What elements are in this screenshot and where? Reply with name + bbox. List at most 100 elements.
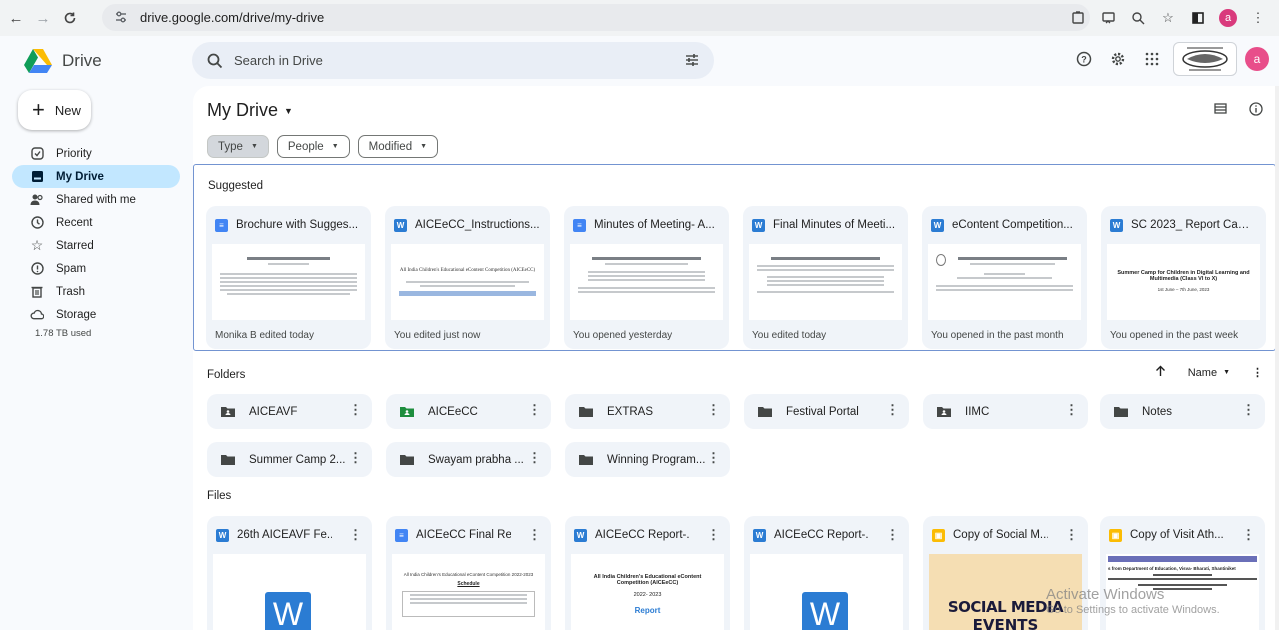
folder-item[interactable]: Swayam prabha ... ⋮ xyxy=(386,442,551,477)
reload-icon[interactable] xyxy=(59,7,81,29)
file-menu-icon[interactable]: ⋮ xyxy=(707,528,720,541)
sidebar-item-storage[interactable]: Storage xyxy=(18,303,180,326)
folder-item[interactable]: IIMC ⋮ xyxy=(923,394,1088,429)
info-icon[interactable] xyxy=(1249,102,1263,119)
organization-logo[interactable] xyxy=(1173,42,1237,76)
suggested-card[interactable]: W AICEeCC_Instructions... All India Child… xyxy=(385,206,550,349)
folder-menu-icon[interactable]: ⋮ xyxy=(1065,403,1078,416)
suggested-card[interactable]: ≡ Minutes of Meeting- A... You opened yes… xyxy=(564,206,729,349)
sidebar-item-recent[interactable]: Recent xyxy=(18,211,180,234)
sort-label: Name xyxy=(1187,366,1218,379)
folder-item[interactable]: Notes ⋮ xyxy=(1100,394,1265,429)
search-input[interactable]: Search in Drive xyxy=(234,53,323,68)
folder-menu-icon[interactable]: ⋮ xyxy=(1242,403,1255,416)
folder-name: AICEeCC xyxy=(428,405,478,418)
folder-menu-icon[interactable]: ⋮ xyxy=(707,451,720,464)
folder-item[interactable]: AICEeCC ⋮ xyxy=(386,394,551,429)
search-bar[interactable]: Search in Drive xyxy=(192,42,714,79)
apps-grid-icon[interactable] xyxy=(1139,46,1165,72)
suggested-card[interactable]: WeContent Competition... You opened in t… xyxy=(922,206,1087,349)
chip-label: Modified xyxy=(368,140,413,153)
zoom-icon[interactable] xyxy=(1125,5,1151,31)
more-options-icon[interactable]: ⋮ xyxy=(1252,366,1263,379)
file-menu-icon[interactable]: ⋮ xyxy=(1065,528,1078,541)
suggested-card[interactable]: ≡ Brochure with Sugges... Monika B edited… xyxy=(206,206,371,349)
bookmark-star-icon[interactable]: ☆ xyxy=(1155,5,1181,31)
help-icon[interactable]: ? xyxy=(1071,46,1097,72)
card-activity: Monika B edited today xyxy=(215,330,314,341)
card-title: 26th AICEAVF Fe... xyxy=(237,529,332,541)
screenshot-icon[interactable] xyxy=(1065,5,1091,31)
sidebar-item-label: Trash xyxy=(56,285,85,298)
search-icon[interactable] xyxy=(206,52,224,70)
thumbnail-text: s from Department of Education, Visva- B… xyxy=(1108,566,1236,571)
address-bar[interactable]: drive.google.com/drive/my-drive xyxy=(102,4,1090,31)
side-panel-icon[interactable] xyxy=(1185,5,1211,31)
sort-direction-icon[interactable] xyxy=(1155,365,1166,380)
document-thumbnail xyxy=(928,244,1081,320)
folder-menu-icon[interactable]: ⋮ xyxy=(349,451,362,464)
site-settings-icon[interactable] xyxy=(114,10,130,26)
word-file-icon: W xyxy=(1110,218,1123,232)
filter-modified-chip[interactable]: Modified ▼ xyxy=(357,135,439,158)
sort-by-name-button[interactable]: Name ▼ xyxy=(1188,367,1230,379)
search-options-icon[interactable] xyxy=(684,52,700,68)
back-icon[interactable]: ← xyxy=(5,7,27,29)
card-activity: You opened in the past week xyxy=(1110,330,1239,341)
file-card[interactable]: W AICEeCC Report-... ⋮ All India Children… xyxy=(565,516,730,630)
folder-icon xyxy=(579,407,593,417)
sidebar-item-spam[interactable]: Spam xyxy=(18,257,180,280)
folder-icon xyxy=(758,407,772,417)
file-card[interactable]: W AICEeCC Report-... ⋮ W xyxy=(744,516,909,630)
page-title[interactable]: My Drive ▼ xyxy=(207,100,293,121)
suggested-card[interactable]: W SC 2023_ Report Cam... Summer Camp for … xyxy=(1101,206,1266,349)
filter-people-chip[interactable]: People ▼ xyxy=(276,135,350,158)
google-doc-icon: ≡ xyxy=(395,528,408,542)
file-menu-icon[interactable]: ⋮ xyxy=(886,528,899,541)
file-thumbnail: W xyxy=(750,554,903,630)
file-menu-icon[interactable]: ⋮ xyxy=(1242,528,1255,541)
file-card[interactable]: ≡ AICEeCC Final Re... ⋮ All India Childre… xyxy=(386,516,551,630)
sidebar-item-trash[interactable]: Trash xyxy=(18,280,180,303)
drive-logo[interactable]: Drive xyxy=(24,49,102,73)
drive-header: Drive Search in Drive ? a xyxy=(0,36,1279,86)
sidebar-item-priority[interactable]: Priority xyxy=(18,142,180,165)
sidebar-item-label: My Drive xyxy=(56,170,104,183)
sidebar-item-starred[interactable]: ☆ Starred xyxy=(18,234,180,257)
watermark-line-1: Activate Windows xyxy=(1046,586,1165,603)
filter-type-chip[interactable]: Type ▼ xyxy=(207,135,269,158)
sort-controls: Name ▼ ⋮ xyxy=(1155,365,1263,380)
folder-menu-icon[interactable]: ⋮ xyxy=(349,403,362,416)
folder-item[interactable]: Festival Portal ⋮ xyxy=(744,394,909,429)
folder-item[interactable]: Summer Camp 2... ⋮ xyxy=(207,442,372,477)
folder-menu-icon[interactable]: ⋮ xyxy=(886,403,899,416)
file-card[interactable]: W 26th AICEAVF Fe... ⋮ W xyxy=(207,516,372,630)
profile-icon[interactable]: a xyxy=(1215,5,1241,31)
vertical-scrollbar[interactable] xyxy=(1275,86,1279,630)
card-title: Final Minutes of Meeti... xyxy=(773,219,896,231)
account-avatar[interactable]: a xyxy=(1245,47,1269,71)
activation-watermark: Activate Windows Go to Settings to activ… xyxy=(1046,586,1220,616)
suggested-card[interactable]: W Final Minutes of Meeti... You edited to… xyxy=(743,206,908,349)
folder-menu-icon[interactable]: ⋮ xyxy=(528,403,541,416)
forward-icon[interactable]: → xyxy=(32,7,54,29)
folder-item[interactable]: Winning Program... ⋮ xyxy=(565,442,730,477)
new-button[interactable]: + New xyxy=(18,90,91,130)
url-text: drive.google.com/drive/my-drive xyxy=(140,10,325,25)
browser-menu-icon[interactable]: ⋮ xyxy=(1245,5,1271,31)
folder-menu-icon[interactable]: ⋮ xyxy=(707,403,720,416)
sidebar-item-my-drive[interactable]: My Drive xyxy=(12,165,180,188)
file-menu-icon[interactable]: ⋮ xyxy=(528,528,541,541)
cast-icon[interactable] xyxy=(1095,5,1121,31)
caret-down-icon: ▼ xyxy=(284,105,293,116)
folder-item[interactable]: EXTRAS ⋮ xyxy=(565,394,730,429)
file-menu-icon[interactable]: ⋮ xyxy=(349,528,362,541)
settings-gear-icon[interactable] xyxy=(1105,46,1131,72)
word-file-icon: W xyxy=(753,528,766,542)
sidebar-item-shared[interactable]: Shared with me xyxy=(18,188,180,211)
folder-menu-icon[interactable]: ⋮ xyxy=(528,451,541,464)
thumbnail-text: All India Children's Educational eConten… xyxy=(403,572,534,577)
list-view-icon[interactable] xyxy=(1214,102,1227,119)
document-thumbnail xyxy=(749,244,902,320)
folder-item[interactable]: AICEAVF ⋮ xyxy=(207,394,372,429)
